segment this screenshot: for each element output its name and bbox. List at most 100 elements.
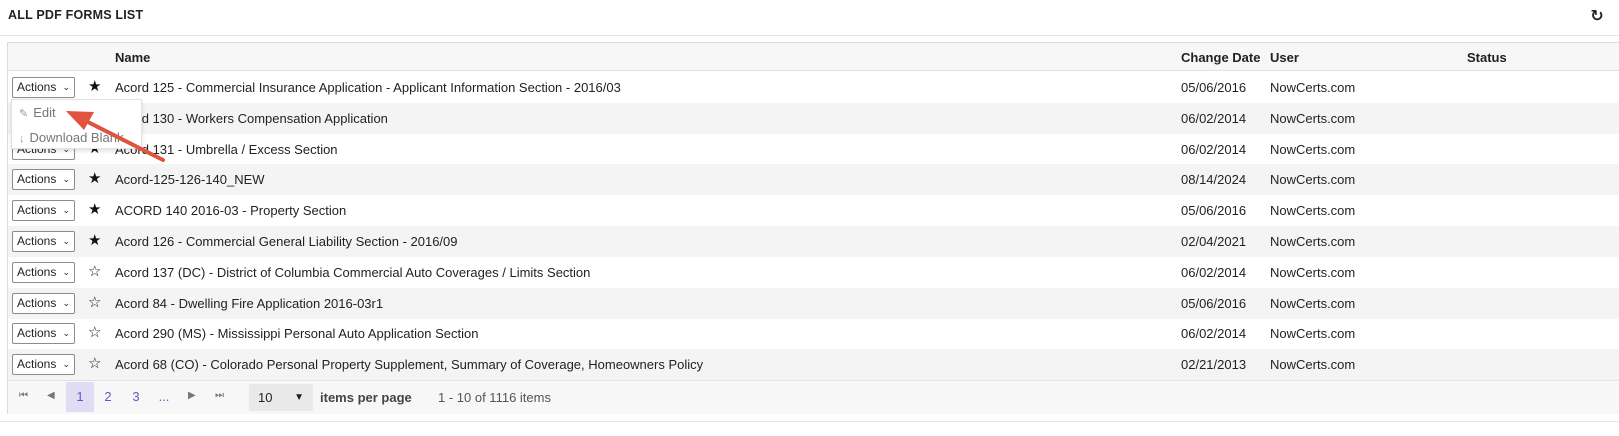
page-3[interactable]: 3 — [122, 382, 150, 412]
star-outline-icon[interactable]: ☆ — [88, 294, 101, 311]
form-name: Acord-125-126-140_NEW — [115, 172, 265, 188]
page-1[interactable]: 1 — [66, 382, 94, 412]
edit-icon: ✎ — [19, 108, 29, 120]
actions-button[interactable]: Actions ⌄ — [12, 354, 75, 376]
page-size-value: 10 — [258, 390, 273, 405]
column-header-user[interactable]: User — [1270, 50, 1299, 65]
change-date: 05/06/2016 — [1181, 295, 1247, 311]
actions-label: Actions — [17, 326, 57, 341]
actions-button[interactable]: Actions ⌄ — [12, 77, 75, 98]
download-blank-label: Download Blank — [29, 130, 124, 145]
actions-dropdown: ✎ Edit ↓ Download Blank — [11, 99, 142, 149]
chevron-down-icon: ⌄ — [62, 359, 70, 370]
user: NowCerts.com — [1270, 234, 1356, 249]
table-row[interactable]: Actions⌄★Acord 130 - Workers Compensatio… — [8, 102, 1619, 134]
star-filled-icon[interactable]: ★ — [88, 78, 101, 95]
first-page-icon[interactable]: ⏮ — [19, 390, 28, 401]
change-date: 05/06/2016 — [1181, 203, 1247, 219]
page-size-select[interactable]: 10 ▼ — [249, 384, 313, 411]
prev-page-icon[interactable]: ◀ — [47, 390, 55, 401]
page-more[interactable]: ... — [150, 382, 178, 412]
pdf-forms-page: ALL PDF FORMS LIST ↻ Name Change Date Us… — [0, 0, 1619, 436]
chevron-down-icon: ⌄ — [62, 82, 70, 92]
star-outline-icon[interactable]: ☆ — [88, 324, 101, 341]
actions-label: Actions — [17, 264, 57, 279]
download-icon: ↓ — [19, 133, 25, 145]
chevron-down-icon: ⌄ — [62, 266, 70, 277]
user: NowCerts.com — [1270, 326, 1356, 342]
last-page-icon[interactable]: ⏭ — [215, 390, 224, 401]
chevron-down-icon: ⌄ — [62, 297, 70, 308]
form-name: Acord 130 - Workers Compensation Applica… — [115, 110, 388, 126]
actions-button[interactable]: Actions ⌄ — [12, 231, 75, 252]
user: NowCerts.com — [1270, 110, 1356, 126]
change-date: 06/02/2014 — [1181, 141, 1247, 157]
page-title: ALL PDF FORMS LIST — [8, 8, 144, 22]
star-outline-icon[interactable]: ☆ — [88, 355, 101, 372]
change-date: 02/04/2021 — [1181, 234, 1247, 249]
form-name: Acord 290 (MS) - Mississippi Personal Au… — [115, 326, 479, 342]
form-name: Acord 84 - Dwelling Fire Application 201… — [115, 295, 384, 311]
table-row[interactable]: Actions ⌄ ☆ Acord 84 - Dwelling Fire Applic… — [8, 287, 1619, 319]
star-filled-icon[interactable]: ★ — [88, 170, 101, 187]
actions-label: Actions — [17, 80, 57, 94]
download-blank-menu-item[interactable]: ↓ Download Blank — [19, 130, 123, 145]
actions-label: Actions — [17, 295, 57, 310]
form-name: Acord 68 (CO) - Colorado Personal Proper… — [115, 357, 704, 373]
edit-menu-item[interactable]: ✎ Edit — [19, 105, 56, 120]
star-outline-icon[interactable]: ☆ — [88, 263, 101, 280]
actions-button[interactable]: Actions ⌄ — [12, 261, 75, 283]
user: NowCerts.com — [1270, 357, 1356, 373]
form-name: Acord 137 (DC) - District of Columbia Co… — [115, 264, 591, 280]
actions-button[interactable]: Actions ⌄ — [12, 292, 75, 314]
actions-label: Actions — [17, 203, 57, 218]
change-date: 06/02/2014 — [1181, 110, 1247, 126]
user: NowCerts.com — [1270, 264, 1356, 280]
range-label: 1 - 10 of 1116 items — [438, 390, 551, 405]
page-header: ALL PDF FORMS LIST ↻ — [0, 0, 1619, 36]
actions-label: Actions — [17, 357, 57, 372]
next-page-icon[interactable]: ▶ — [188, 390, 196, 401]
form-name: Acord 125 - Commercial Insurance Applica… — [115, 80, 621, 95]
table-row[interactable]: Actions ⌄ ★ Acord-125-126-140_NEW 08/14/2024… — [8, 164, 1619, 196]
actions-button[interactable]: Actions ⌄ — [12, 323, 75, 345]
page-2[interactable]: 2 — [94, 382, 122, 412]
edit-label: Edit — [33, 105, 56, 120]
table-row[interactable]: Actions⌄★Acord 131 - Umbrella / Excess S… — [8, 134, 1619, 165]
table-row[interactable]: Actions ⌄ ★ Acord 125 - Commercial Insuranc… — [8, 72, 1619, 103]
change-date: 06/02/2014 — [1181, 264, 1247, 280]
table-row[interactable]: Actions ⌄ ☆ Acord 68 (CO) - Colorado Person… — [8, 349, 1619, 381]
actions-button[interactable]: Actions ⌄ — [12, 169, 75, 191]
actions-label: Actions — [17, 172, 57, 187]
form-name: Acord 131 - Umbrella / Excess Section — [115, 141, 338, 157]
pager: ⏮ ◀ 1 2 3 ... ▶ ⏭ 10 ▼ items per page 1 … — [8, 380, 1619, 414]
change-date: 05/06/2016 — [1181, 80, 1247, 95]
actions-button[interactable]: Actions ⌄ — [12, 200, 75, 222]
items-per-page-label: items per page — [320, 390, 412, 405]
chevron-down-icon: ⌄ — [62, 205, 70, 216]
user: NowCerts.com — [1270, 172, 1356, 188]
star-filled-icon[interactable]: ★ — [88, 232, 101, 249]
caret-down-icon: ▼ — [294, 392, 304, 403]
table-row[interactable]: Actions ⌄ ☆ Acord 137 (DC) - District of Co… — [8, 257, 1619, 288]
actions-label: Actions — [17, 234, 57, 248]
form-name: Acord 126 - Commercial General Liability… — [115, 234, 458, 249]
table-row[interactable]: Actions ⌄ ★ ACORD 140 2016-03 - Property Se… — [8, 195, 1619, 226]
form-name: ACORD 140 2016-03 - Property Section — [115, 203, 347, 219]
column-header-name[interactable]: Name — [115, 50, 150, 65]
user: NowCerts.com — [1270, 203, 1356, 219]
table-row[interactable]: Actions ⌄ ★ Acord 126 - Commercial General … — [8, 226, 1619, 257]
forms-grid: Name Change Date User Status Actions ⌄ ★ Ac… — [7, 42, 1619, 414]
table-row[interactable]: Actions ⌄ ☆ Acord 290 (MS) - Mississippi Pe… — [8, 318, 1619, 349]
user: NowCerts.com — [1270, 295, 1356, 311]
chevron-down-icon: ⌄ — [62, 328, 70, 339]
column-header-status[interactable]: Status — [1467, 50, 1507, 65]
star-filled-icon[interactable]: ★ — [88, 201, 101, 218]
refresh-icon[interactable]: ↻ — [1586, 6, 1608, 28]
user: NowCerts.com — [1270, 80, 1356, 95]
chevron-down-icon: ⌄ — [62, 236, 70, 246]
change-date: 08/14/2024 — [1181, 172, 1247, 188]
change-date: 02/21/2013 — [1181, 357, 1247, 373]
chevron-down-icon: ⌄ — [62, 174, 70, 185]
column-header-change-date[interactable]: Change Date — [1181, 50, 1260, 65]
